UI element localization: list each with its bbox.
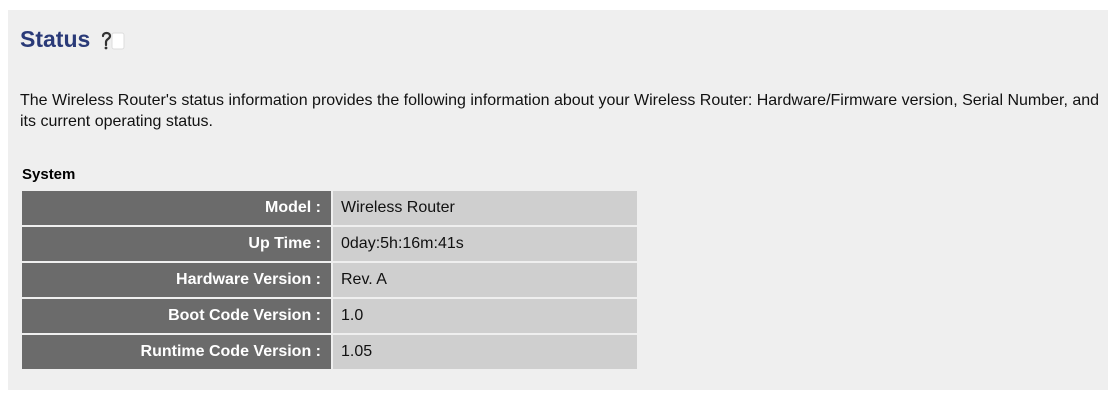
hardware-version-label: Hardware Version :	[22, 263, 333, 297]
system-section-label: System	[22, 166, 76, 183]
uptime-label: Up Time :	[22, 227, 333, 261]
table-row: Boot Code Version : 1.0	[22, 299, 637, 333]
help-icon[interactable]	[98, 29, 126, 51]
hardware-version-value: Rev. A	[333, 263, 637, 297]
status-panel: Status The Wireless Router's status info…	[8, 10, 1108, 390]
page-title: Status	[20, 26, 91, 52]
model-value: Wireless Router	[333, 191, 637, 225]
page-description: The Wireless Router's status information…	[20, 92, 1100, 130]
title-row: Status	[20, 26, 126, 53]
model-label: Model :	[22, 191, 333, 225]
boot-code-version-value: 1.0	[333, 299, 637, 333]
boot-code-version-label: Boot Code Version :	[22, 299, 333, 333]
runtime-code-version-label: Runtime Code Version :	[22, 335, 333, 369]
table-row: Runtime Code Version : 1.05	[22, 335, 637, 369]
table-row: Model : Wireless Router	[22, 191, 637, 225]
system-status-table: Model : Wireless Router Up Time : 0day:5…	[22, 189, 637, 371]
runtime-code-version-value: 1.05	[333, 335, 637, 369]
table-row: Hardware Version : Rev. A	[22, 263, 637, 297]
uptime-value: 0day:5h:16m:41s	[333, 227, 637, 261]
table-row: Up Time : 0day:5h:16m:41s	[22, 227, 637, 261]
